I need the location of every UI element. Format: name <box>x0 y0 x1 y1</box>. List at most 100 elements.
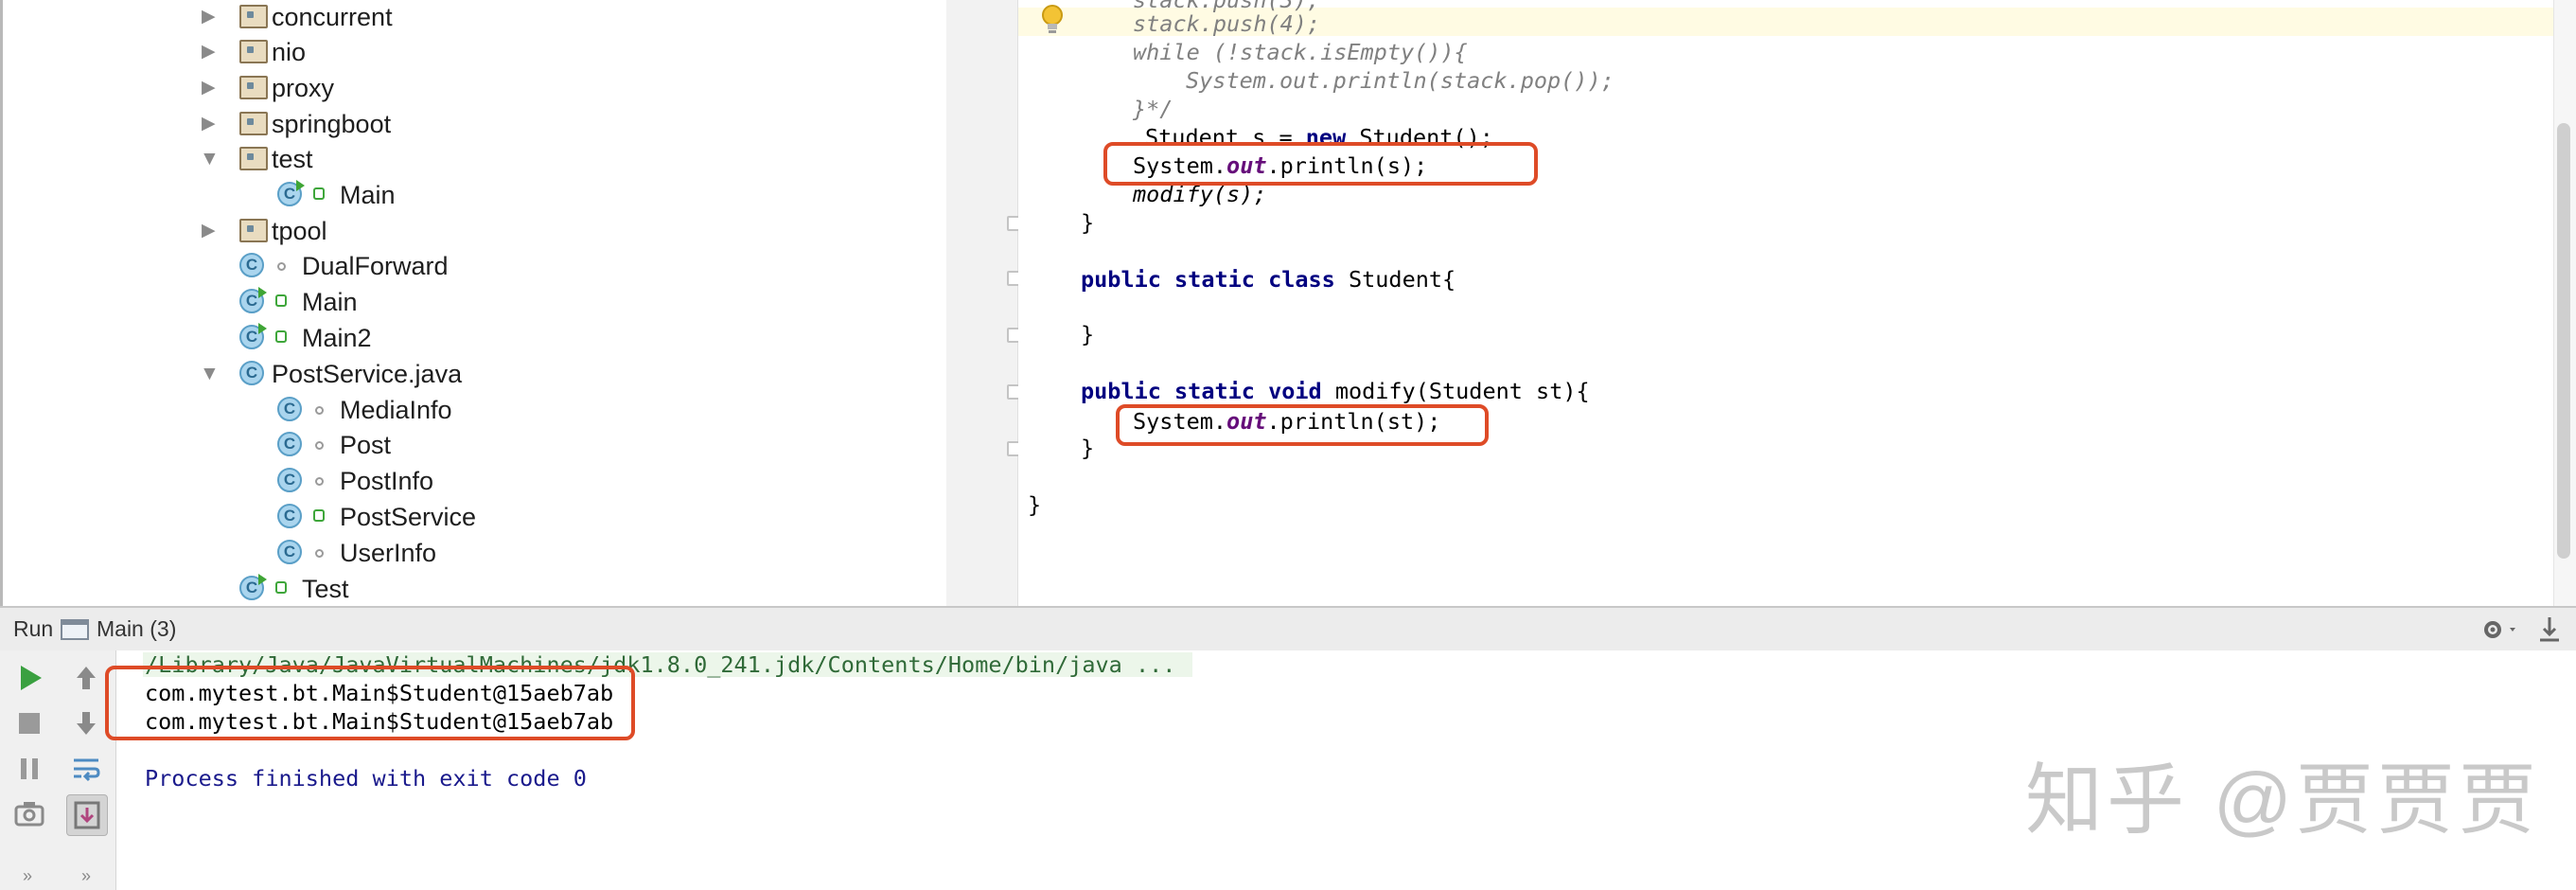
package-folder-icon <box>239 112 268 135</box>
code-line: System.out.println(stack.pop()); <box>1186 67 1614 94</box>
tree-item-dualforward[interactable]: C DualForward <box>3 249 940 283</box>
public-lock-icon <box>313 187 325 200</box>
package-folder-icon <box>239 40 268 63</box>
tree-item-label: proxy <box>272 74 335 102</box>
package-folder-icon <box>239 76 268 99</box>
tree-item-label: DualForward <box>302 252 449 280</box>
runnable-class-icon: C <box>277 180 305 206</box>
tree-item-userinfo[interactable]: C UserInfo <box>3 536 940 570</box>
watermark: 知乎 @贾贾贾 <box>2025 757 2541 844</box>
code-line: } <box>1081 209 1095 236</box>
public-lock-icon <box>275 330 287 343</box>
run-toolbar: » » <box>0 650 116 890</box>
public-lock-icon <box>275 581 287 594</box>
tree-item-label: PostService <box>340 503 477 531</box>
project-tree-panel: ▶ concurrent ▶ nio ▶ proxy ▶ springboot … <box>0 0 949 606</box>
class-icon: C <box>277 468 302 492</box>
tree-item-main2[interactable]: C Main2 <box>3 321 940 355</box>
chevron-right-icon[interactable]: ▶ <box>202 214 216 248</box>
tree-item-main[interactable]: C Main <box>3 178 940 212</box>
console-exit-message: Process finished with exit code 0 <box>145 765 587 792</box>
chevron-down-icon[interactable]: ▼ <box>200 357 220 391</box>
soft-wrap-icon[interactable] <box>70 753 102 785</box>
scroll-to-end-button[interactable] <box>66 794 108 836</box>
tree-item-nio[interactable]: ▶ nio <box>3 35 940 69</box>
chevron-right-icon[interactable]: ▶ <box>202 107 216 141</box>
rerun-icon[interactable] <box>13 662 45 694</box>
lightbulb-icon[interactable] <box>1039 4 1066 36</box>
chevron-right-icon[interactable]: ▶ <box>202 71 216 105</box>
scroll-to-end-icon <box>74 801 100 829</box>
run-config-label[interactable]: Main (3) <box>97 616 176 642</box>
tree-item-mediainfo[interactable]: C MediaInfo <box>3 393 940 427</box>
code-line-class-student: public static class Student{ <box>1081 266 1456 293</box>
tree-item-postservice[interactable]: C PostService <box>3 500 940 534</box>
package-folder-icon <box>239 5 268 28</box>
code-line: while (!stack.isEmpty()){ <box>1133 39 1468 65</box>
hide-panel-icon[interactable] <box>2536 615 2563 644</box>
tree-item-label: Test <box>302 575 349 603</box>
run-panel-header: Run Main (3) <box>0 606 2576 652</box>
code-line: stack.push(4); <box>1133 10 1321 37</box>
highlight-box-println-st <box>1116 404 1489 446</box>
class-icon: C <box>277 432 302 456</box>
tree-item-proxy[interactable]: ▶ proxy <box>3 71 940 105</box>
tree-item-post[interactable]: C Post <box>3 428 940 462</box>
editor-scrollbar-thumb[interactable] <box>2557 123 2570 559</box>
arrow-down-icon[interactable] <box>70 707 102 739</box>
more-actions-icon[interactable]: » <box>81 866 91 886</box>
highlight-box-println-s <box>1103 142 1538 186</box>
public-lock-icon <box>275 294 287 307</box>
tree-item-postinfo[interactable]: C PostInfo <box>3 464 940 498</box>
code-editor[interactable]: stack.push(3); stack.push(4); while (!st… <box>1018 0 2553 606</box>
tree-item-postservice-java[interactable]: ▼ C PostService.java <box>3 357 940 391</box>
tree-item-label: concurrent <box>272 3 393 31</box>
tree-item-concurrent[interactable]: ▶ concurrent <box>3 0 940 34</box>
highlight-box-console-output <box>105 666 635 740</box>
arrow-up-icon[interactable] <box>70 662 102 694</box>
class-icon: C <box>277 397 302 421</box>
tree-item-label: springboot <box>272 110 392 138</box>
code-line: } <box>1081 435 1095 461</box>
chevron-right-icon[interactable]: ▶ <box>202 35 216 69</box>
chevron-down-icon[interactable]: ▼ <box>200 142 220 176</box>
gear-icon[interactable] <box>2481 617 2523 642</box>
class-icon: C <box>239 361 264 385</box>
camera-icon[interactable] <box>13 798 45 830</box>
tree-item-label: tpool <box>272 217 327 245</box>
more-actions-icon[interactable]: » <box>23 866 32 886</box>
class-icon: C <box>277 504 302 528</box>
class-icon: C <box>239 253 264 277</box>
code-line: }*/ <box>1133 96 1173 122</box>
code-line-modify-method: public static void modify(Student st){ <box>1081 378 1590 404</box>
tree-item-label: UserInfo <box>340 539 437 567</box>
tree-item-label: Post <box>340 431 392 459</box>
class-icon: C <box>277 540 302 564</box>
pause-icon[interactable] <box>13 753 45 785</box>
tree-item-label: Main2 <box>302 324 372 352</box>
code-line: } <box>1081 321 1095 347</box>
tree-item-label: nio <box>272 38 307 66</box>
package-folder-icon <box>239 147 268 170</box>
tree-item-tpool[interactable]: ▶ tpool <box>3 214 940 248</box>
tree-item-main[interactable]: C Main <box>3 285 940 319</box>
tree-item-label: PostInfo <box>340 467 434 495</box>
chevron-right-icon[interactable]: ▶ <box>202 0 216 34</box>
code-line: } <box>1028 491 1042 518</box>
tree-item-label: PostService.java <box>272 360 463 388</box>
runnable-class-icon: C <box>239 574 267 600</box>
tree-item-test-class[interactable]: C Test <box>3 572 940 606</box>
tree-item-test[interactable]: ▼ test <box>3 142 940 176</box>
stop-icon[interactable] <box>13 707 45 739</box>
tree-item-label: Main <box>302 288 358 316</box>
editor-gutter <box>946 0 1020 606</box>
package-private-icon <box>315 406 324 415</box>
public-lock-icon <box>313 509 325 522</box>
runnable-class-icon: C <box>239 287 267 313</box>
tree-item-springboot[interactable]: ▶ springboot <box>3 107 940 141</box>
package-private-icon <box>277 262 286 271</box>
tree-item-label: Main <box>340 181 396 209</box>
runnable-class-icon: C <box>239 323 267 349</box>
run-tab-label[interactable]: Run <box>13 616 53 642</box>
tree-item-label: MediaInfo <box>340 396 452 424</box>
